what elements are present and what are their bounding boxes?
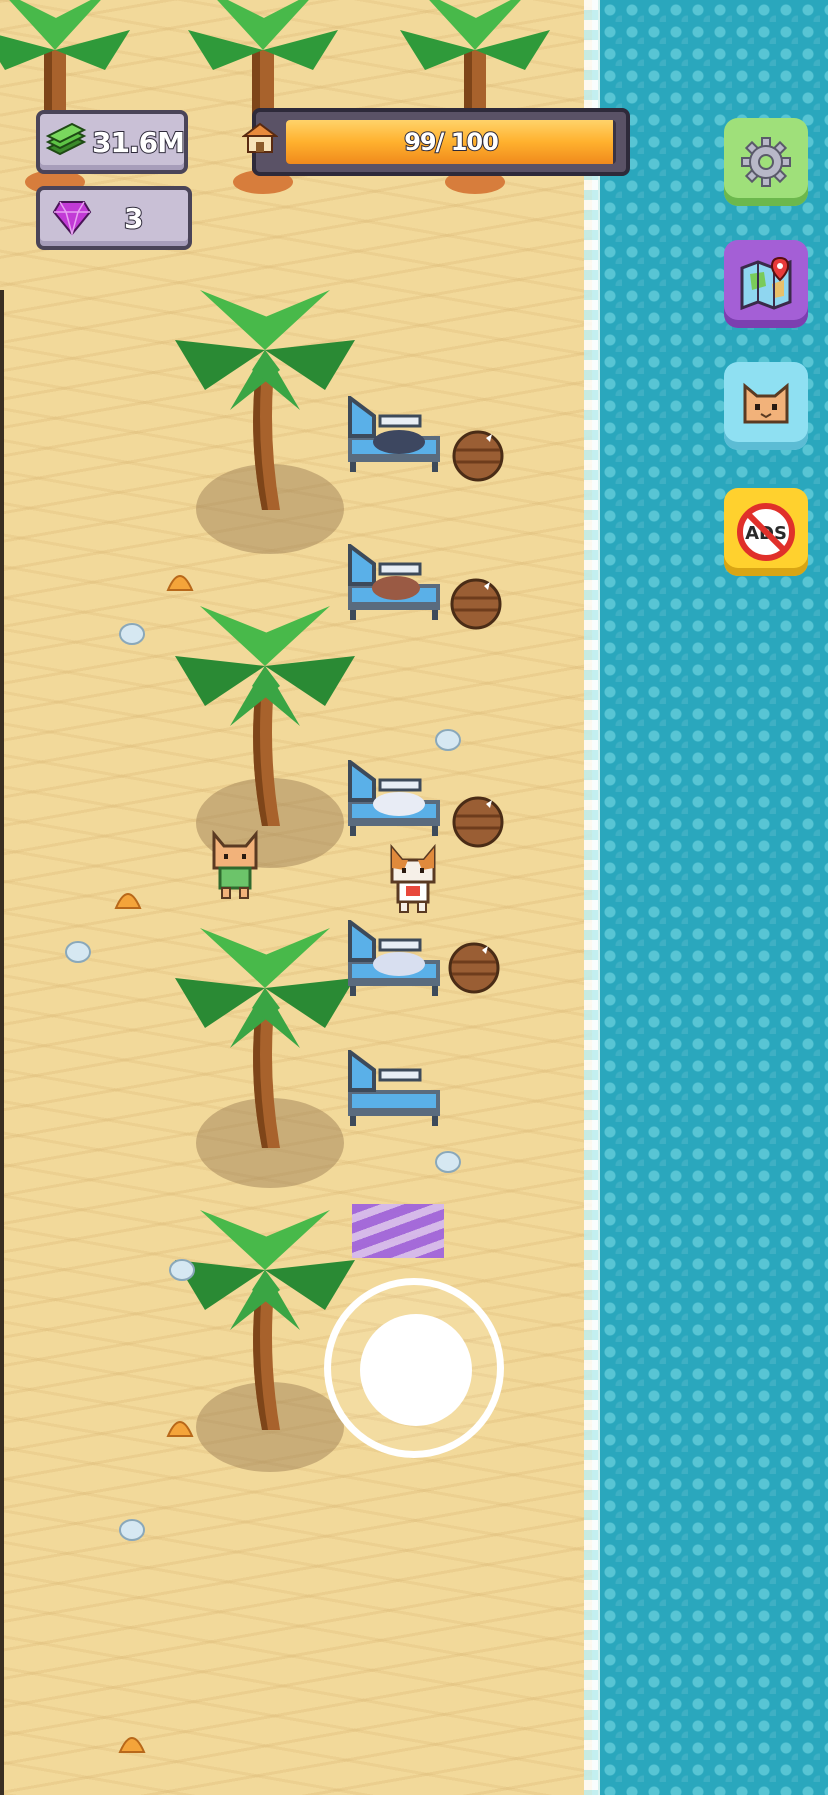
gem-counter: 3 [36, 186, 192, 250]
no-ads-button[interactable]: ADS [724, 488, 808, 576]
cat-customer[interactable] [206, 828, 264, 900]
money-value: 31.6M [91, 125, 186, 160]
barrel-icon[interactable] [450, 578, 502, 630]
blue-shell-icon[interactable] [118, 1518, 146, 1542]
beach-lounger-occupied[interactable] [344, 396, 444, 476]
capacity-bar: 99/ 100 [242, 108, 630, 176]
purple-gem-icon [52, 201, 92, 236]
barrel-icon[interactable] [452, 796, 504, 848]
palm-tree [175, 606, 355, 826]
orange-shell-icon[interactable] [118, 1730, 146, 1754]
barrel-icon[interactable] [452, 430, 504, 482]
capacity-text: 99/ 100 [403, 127, 500, 157]
game-scene[interactable]: 31.6M 3 99/ 100 [0, 0, 828, 1795]
orange-shell-icon[interactable] [166, 1414, 194, 1438]
shore-foam [584, 0, 598, 1795]
beach-lounger-occupied[interactable] [344, 544, 444, 624]
blue-shell-icon[interactable] [434, 728, 462, 752]
cats-button[interactable] [724, 362, 808, 450]
map-boundary-edge [0, 290, 4, 1795]
capacity-track: 99/ 100 [286, 120, 616, 164]
beach-lounger-occupied[interactable] [344, 760, 444, 840]
map-icon [740, 256, 792, 311]
blue-shell-icon[interactable] [118, 622, 146, 646]
settings-button[interactable] [724, 118, 808, 206]
cat-player[interactable] [384, 842, 442, 914]
blue-shell-icon[interactable] [168, 1258, 196, 1282]
cat-face-icon [743, 382, 789, 424]
map-button[interactable] [724, 240, 808, 328]
blue-shell-icon[interactable] [64, 940, 92, 964]
joystick-knob[interactable] [360, 1314, 472, 1426]
orange-shell-icon[interactable] [114, 886, 142, 910]
palm-tree [175, 290, 355, 510]
gem-value: 3 [123, 201, 145, 236]
gear-icon [741, 137, 791, 187]
beach-towel[interactable] [352, 1204, 444, 1258]
house-icon [242, 122, 278, 153]
beach-lounger-occupied[interactable] [344, 920, 444, 1000]
money-counter: 31.6M [36, 110, 188, 174]
barrel-icon[interactable] [448, 942, 500, 994]
no-ads-icon: ADS [737, 503, 795, 561]
blue-shell-icon[interactable] [434, 1150, 462, 1174]
beach-lounger-empty[interactable] [344, 1050, 444, 1130]
orange-shell-icon[interactable] [166, 568, 194, 592]
cash-stack-icon [45, 122, 87, 156]
palm-tree [175, 928, 355, 1148]
